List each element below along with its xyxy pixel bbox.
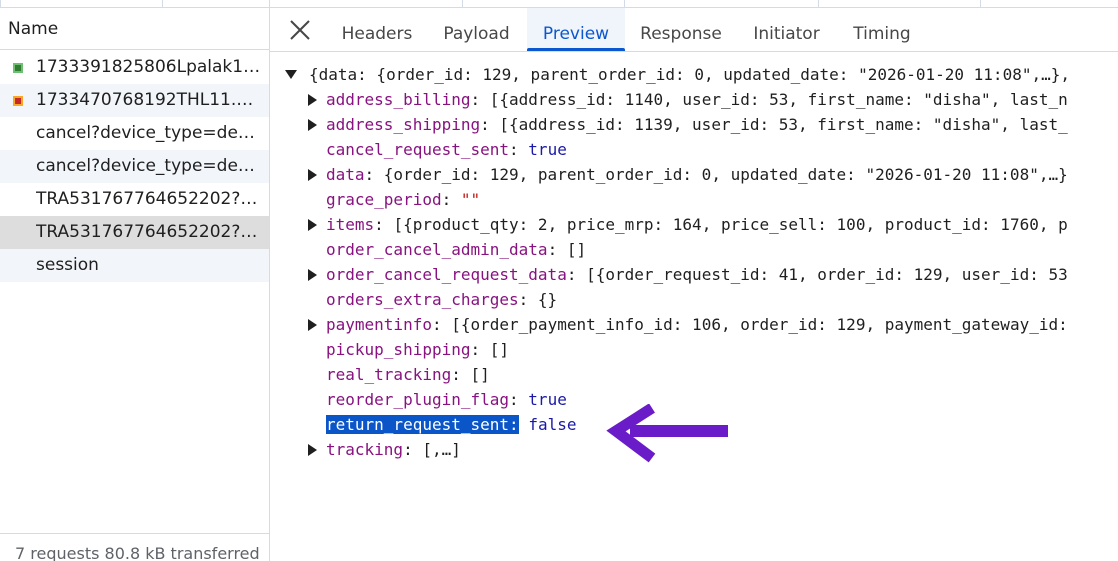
tab-preview[interactable]: Preview [527, 8, 625, 51]
request-name: TRA531767764652202?d… [36, 189, 262, 209]
json-root-summary: {data: {order_id: 129, parent_order_id: … [309, 65, 1070, 84]
triangle-down-icon[interactable] [285, 70, 297, 79]
json-field-row: cancel_request_sent: true [326, 140, 567, 159]
json-value: true [528, 140, 567, 159]
json-key: address_billing [326, 90, 471, 109]
request-name: cancel?device_type=desk… [36, 156, 262, 176]
json-key: orders_extra_charges [326, 290, 519, 309]
json-value: false [528, 415, 577, 434]
image-file-icon [13, 63, 23, 73]
triangle-right-icon[interactable] [308, 94, 317, 106]
json-field-row: reorder_plugin_flag: true [326, 390, 567, 409]
json-field-row: order_cancel_admin_data: [] [326, 240, 587, 259]
json-value: {} [537, 290, 558, 309]
triangle-right-icon[interactable] [308, 119, 317, 131]
request-name: 1733470768192THL11.we… [36, 90, 262, 110]
tab-payload[interactable]: Payload [430, 8, 523, 51]
json-key: grace_period [326, 190, 442, 209]
json-field-row[interactable]: order_cancel_request_data: [{order_reque… [308, 263, 1068, 287]
name-column-header[interactable]: Name [0, 8, 269, 50]
request-row[interactable]: cancel?device_type=desk… [0, 117, 269, 150]
json-root-row[interactable]: {data: {order_id: 129, parent_order_id: … [285, 63, 1070, 87]
json-value: [{address_id: 1140, user_id: 53, first_n… [489, 90, 1068, 109]
request-row[interactable]: cancel?device_type=desk… [0, 150, 269, 183]
request-row[interactable]: 1733391825806Lpalak11.… [0, 51, 269, 84]
triangle-right-icon[interactable] [308, 319, 317, 331]
json-field-row: real_tracking: [] [326, 365, 490, 384]
json-value: [{product_qty: 2, price_mrp: 164, price_… [393, 215, 1068, 234]
json-field-row[interactable]: tracking: [,…] [308, 438, 461, 462]
json-key: order_cancel_admin_data [326, 240, 548, 259]
arrow-left-icon [606, 404, 728, 463]
detail-tabbar: Headers Payload Preview Response Initiat… [270, 8, 1118, 52]
json-key: order_cancel_request_data [326, 265, 567, 284]
request-name: cancel?device_type=desk… [36, 123, 262, 143]
request-name: session [36, 255, 99, 275]
json-field-row[interactable]: data: {order_id: 129, parent_order_id: 0… [308, 163, 1068, 187]
json-key: reorder_plugin_flag [326, 390, 510, 409]
json-key: real_tracking [326, 365, 452, 384]
json-value: [] [566, 240, 587, 259]
request-row[interactable]: 1733470768192THL11.we… [0, 84, 269, 117]
json-key: data [326, 165, 365, 184]
json-value: [] [489, 340, 510, 359]
triangle-right-icon[interactable] [308, 219, 317, 231]
json-value: true [528, 390, 567, 409]
json-value: {order_id: 129, parent_order_id: 0, upda… [383, 165, 1068, 184]
image-file-icon [13, 96, 23, 106]
json-value: [] [470, 365, 490, 384]
json-value: "" [460, 190, 481, 209]
status-bar: 7 requests 80.8 kB transferred [0, 533, 269, 561]
request-row[interactable]: session [0, 249, 269, 282]
tab-preview-label: Preview [542, 24, 610, 44]
request-name: TRA531767764652202?d… [36, 222, 262, 242]
json-field-row-highlighted[interactable]: return_request_sent: false [326, 413, 576, 437]
json-preview: {data: {order_id: 129, parent_order_id: … [270, 52, 1118, 561]
json-field-row[interactable]: paymentinfo: [{order_payment_info_id: 10… [308, 313, 1068, 337]
json-key: cancel_request_sent [326, 140, 510, 159]
json-value: [,…] [422, 440, 461, 459]
json-key: items [326, 215, 375, 234]
json-key: pickup_shipping [326, 340, 471, 359]
triangle-right-icon[interactable] [308, 444, 317, 456]
json-key: return_request_sent [326, 415, 510, 434]
json-key: tracking [326, 440, 404, 459]
tab-timing[interactable]: Timing [842, 8, 922, 51]
tab-response[interactable]: Response [630, 8, 732, 51]
json-field-row: grace_period: "" [326, 190, 481, 209]
json-field-row: orders_extra_charges: {} [326, 290, 558, 309]
request-row-selected[interactable]: TRA531767764652202?d… [0, 216, 269, 249]
json-field-row[interactable]: items: [{product_qty: 2, price_mrp: 164,… [308, 213, 1068, 237]
requests-panel: Name 1733391825806Lpalak11.… 17334707681… [0, 0, 270, 561]
request-row[interactable]: TRA531767764652202?d… [0, 183, 269, 216]
selected-text[interactable]: return_request_sent: [326, 415, 519, 434]
json-value: [{order_payment_info_id: 106, order_id: … [451, 315, 1068, 334]
json-value: [{address_id: 1139, user_id: 53, first_n… [499, 115, 1068, 134]
triangle-right-icon[interactable] [308, 269, 317, 281]
json-field-row[interactable]: address_billing: [{address_id: 1140, use… [308, 88, 1068, 112]
close-icon[interactable] [288, 18, 312, 42]
json-key: address_shipping [326, 115, 481, 134]
tab-headers[interactable]: Headers [330, 8, 424, 51]
request-name: 1733391825806Lpalak11.… [36, 57, 262, 77]
json-field-row: pickup_shipping: [] [326, 340, 510, 359]
json-value: [{order_request_id: 41, order_id: 129, u… [586, 265, 1068, 284]
tab-initiator[interactable]: Initiator [740, 8, 833, 51]
active-tab-indicator [527, 48, 625, 51]
triangle-right-icon[interactable] [308, 169, 317, 181]
json-key: paymentinfo [326, 315, 432, 334]
json-field-row[interactable]: address_shipping: [{address_id: 1139, us… [308, 113, 1068, 137]
